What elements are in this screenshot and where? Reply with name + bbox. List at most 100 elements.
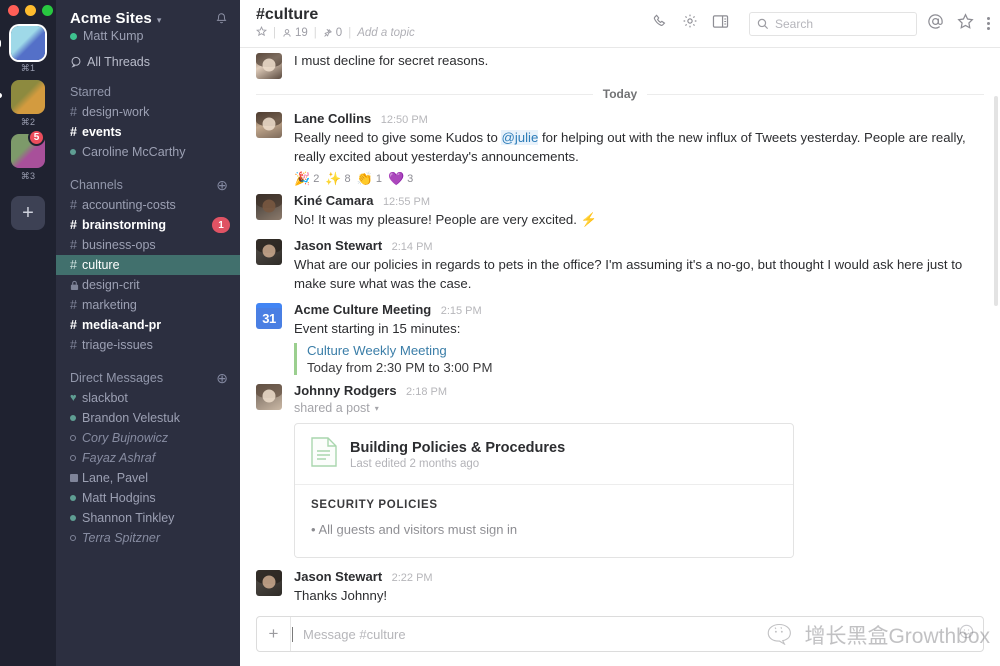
- channel-label: media-and-pr: [82, 318, 162, 332]
- sidebar-item-shannon-tinkley[interactable]: Shannon Tinkley: [56, 508, 240, 528]
- reaction-emoji: 🎉: [294, 171, 311, 187]
- avatar[interactable]: [256, 570, 282, 597]
- sidebar-item-terra-spitzner[interactable]: Terra Spitzner: [56, 528, 240, 548]
- notifications-bell-icon[interactable]: [215, 12, 228, 31]
- sidebar-item-business-ops[interactable]: # business-ops: [56, 235, 240, 255]
- maximize-button[interactable]: [42, 5, 53, 16]
- shared-a-post-row[interactable]: shared a post ▾: [294, 401, 984, 415]
- split-panel-icon[interactable]: [712, 14, 729, 34]
- message-body: Kiné Camara 12:55 PM No! It was my pleas…: [294, 192, 984, 230]
- pin-count[interactable]: 0: [323, 27, 342, 39]
- hash-icon: #: [70, 298, 77, 312]
- reaction-count: 2: [313, 172, 320, 185]
- post-preview-card[interactable]: Building Policies & Procedures Last edit…: [294, 423, 794, 559]
- sidebar-item-brandon-velestuk[interactable]: Brandon Velestuk: [56, 408, 240, 428]
- unread-badge: 1: [212, 217, 230, 233]
- current-user[interactable]: Matt Kump: [70, 29, 228, 43]
- mentions-icon[interactable]: [927, 13, 944, 35]
- minimize-button[interactable]: [25, 5, 36, 16]
- smiley-icon[interactable]: [959, 624, 974, 644]
- sidebar-item-culture[interactable]: # culture: [56, 255, 240, 275]
- sidebar-section-starred: Starred # design-work # events Caroline …: [56, 85, 240, 162]
- sidebar-item-marketing[interactable]: # marketing: [56, 295, 240, 315]
- avatar[interactable]: [256, 239, 282, 266]
- dm-label: Terra Spitzner: [82, 531, 161, 545]
- composer-placeholder[interactable]: Message #culture: [292, 626, 406, 642]
- sidebar-item-matt-hodgins[interactable]: Matt Hodgins: [56, 488, 240, 508]
- star-outline-icon[interactable]: [255, 25, 268, 40]
- hash-icon: #: [70, 105, 77, 119]
- sidebar-item-cory-bujnowicz[interactable]: Cory Bujnowicz: [56, 428, 240, 448]
- reaction-chip[interactable]: ✨ 8: [325, 172, 350, 185]
- app-name[interactable]: Acme Culture Meeting: [294, 302, 431, 317]
- member-count[interactable]: 19: [282, 27, 308, 39]
- reaction-chip[interactable]: 💜 3: [388, 172, 413, 185]
- day-divider-label: Today: [602, 87, 638, 101]
- avatar[interactable]: [256, 194, 282, 221]
- add-dm-icon[interactable]: ⊕: [216, 371, 228, 385]
- section-title-direct-messages: Direct Messages ⊕: [56, 371, 240, 385]
- sidebar-item-design-crit[interactable]: design-crit: [56, 275, 240, 295]
- avatar[interactable]: [256, 112, 282, 138]
- reaction-count: 8: [344, 172, 351, 185]
- message-author[interactable]: Lane Collins: [294, 111, 371, 126]
- search-placeholder: Search: [775, 16, 814, 31]
- sidebar-item-media-and-pr[interactable]: # media-and-pr: [56, 315, 240, 335]
- search-input[interactable]: Search: [749, 11, 917, 36]
- sidebar-item-triage-issues[interactable]: # triage-issues: [56, 335, 240, 355]
- phone-icon[interactable]: [652, 13, 668, 34]
- team-name: Acme Sites: [70, 10, 152, 27]
- add-attachment-button[interactable]: +: [257, 617, 291, 651]
- message-scrollbar[interactable]: [994, 96, 998, 306]
- add-topic-button[interactable]: Add a topic: [357, 27, 415, 39]
- message-author[interactable]: Jason Stewart: [294, 569, 382, 584]
- post-title[interactable]: Building Policies & Procedures: [350, 440, 565, 456]
- channel-label: culture: [82, 258, 120, 272]
- heart-icon: ♥: [70, 392, 77, 404]
- sidebar-item-accounting-costs[interactable]: # accounting-costs: [56, 195, 240, 215]
- event-title-link[interactable]: Culture Weekly Meeting: [307, 343, 984, 358]
- sidebar-item-design-work[interactable]: # design-work: [56, 102, 240, 122]
- avatar[interactable]: [256, 53, 282, 79]
- avatar[interactable]: [256, 384, 282, 411]
- team-switcher[interactable]: Acme Sites ▾: [70, 10, 228, 27]
- reaction-emoji: 👏: [356, 171, 373, 187]
- chevron-down-icon[interactable]: ▾: [375, 404, 379, 413]
- message-author[interactable]: Kiné Camara: [294, 193, 373, 208]
- star-icon[interactable]: [957, 12, 974, 35]
- reaction-chip[interactable]: 🎉 2: [294, 172, 319, 185]
- sidebar-section-channels: Channels ⊕ # accounting-costs # brainsto…: [56, 178, 240, 355]
- sidebar-item-all-threads[interactable]: All Threads: [56, 55, 240, 69]
- message-author[interactable]: Jason Stewart: [294, 238, 382, 253]
- divider-line: [647, 93, 985, 95]
- add-workspace-button[interactable]: +: [11, 196, 45, 230]
- sidebar-item-brainstorming[interactable]: # brainstorming 1: [56, 215, 240, 235]
- gear-icon[interactable]: [682, 13, 698, 34]
- close-button[interactable]: [8, 5, 19, 16]
- workspace-item-2[interactable]: ⌘2: [0, 80, 51, 128]
- kebab-menu-icon[interactable]: [987, 17, 990, 30]
- workspace-item-1[interactable]: ⌘1: [0, 26, 51, 74]
- workspace-avatar-2: [11, 80, 45, 114]
- add-channel-icon[interactable]: ⊕: [216, 178, 228, 192]
- user-mention-link[interactable]: @julie: [501, 130, 539, 145]
- message-composer[interactable]: + Message #culture: [256, 616, 984, 652]
- composer-area: + Message #culture: [240, 608, 1000, 666]
- shared-label: shared a post: [294, 401, 370, 416]
- sidebar-item-events[interactable]: # events: [56, 122, 240, 142]
- day-divider: Today: [256, 87, 985, 101]
- all-threads-label: All Threads: [87, 55, 150, 69]
- sidebar-item-lane-pavel[interactable]: Lane, Pavel: [56, 468, 240, 488]
- workspace-avatar-1: [11, 26, 45, 60]
- sidebar-item-fayaz-ashraf[interactable]: Fayaz Ashraf: [56, 448, 240, 468]
- sidebar: Acme Sites ▾ Matt Kump All Threads Starr…: [56, 0, 240, 666]
- section-label: Starred: [70, 85, 111, 99]
- sidebar-item-caroline-mccarthy[interactable]: Caroline McCarthy: [56, 142, 240, 162]
- meta-divider: |: [313, 26, 317, 39]
- post-last-edited: Last edited 2 months ago: [350, 457, 480, 470]
- message-author[interactable]: Johnny Rodgers: [294, 383, 397, 398]
- reaction-chip[interactable]: 👏 1: [357, 172, 382, 185]
- workspace-item-3[interactable]: 5 ⌘3: [5, 129, 51, 182]
- header-action-icons: Search: [652, 11, 923, 36]
- sidebar-item-slackbot[interactable]: ♥ slackbot: [56, 388, 240, 408]
